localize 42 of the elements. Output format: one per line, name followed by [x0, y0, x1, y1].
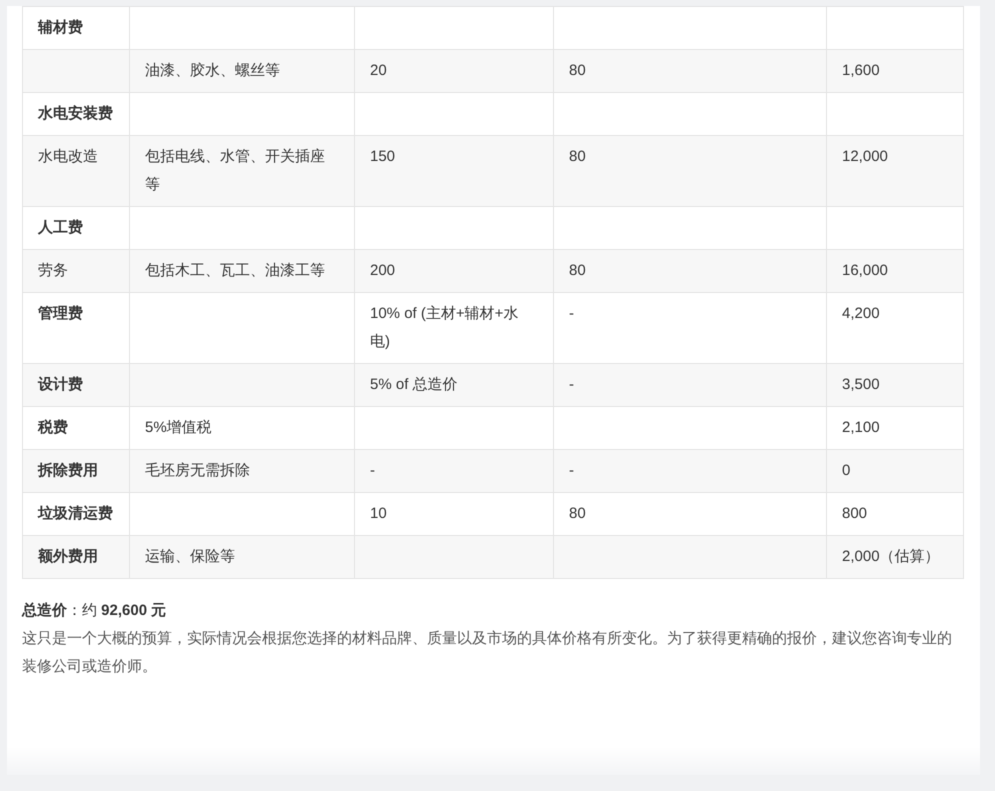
table-cell: 800	[826, 492, 964, 536]
table-cell: 12,000	[826, 136, 964, 206]
table-cell: 水电安装费	[22, 92, 130, 136]
table-cell: 垃圾清运费	[22, 492, 130, 536]
table-cell: 拆除费用	[22, 450, 130, 492]
table-cell: 5%增值税	[130, 406, 354, 450]
table-cell: 80	[554, 50, 826, 92]
table-cell: 3,500	[826, 364, 964, 406]
table-cell: 包括电线、水管、开关插座等	[130, 136, 354, 206]
note-text: 这只是一个大概的预算，实际情况会根据您选择的材料品牌、质量以及市场的具体价格有所变化。为了获得更精确的报价，建议您咨询专业的装修公司或造价师。	[22, 629, 953, 677]
table-cell: 设计费	[22, 364, 130, 406]
table-cell: 16,000	[826, 250, 964, 292]
table-cell: 0	[826, 450, 964, 492]
table-cell: 劳务	[22, 250, 130, 292]
table-cell: -	[354, 450, 554, 492]
table-cell: 毛坯房无需拆除	[130, 450, 354, 492]
table-cell: 20	[354, 50, 554, 92]
table-cell: 1,600	[826, 50, 964, 92]
table-cell: 2,100	[826, 406, 964, 450]
table-cell: 税费	[22, 406, 130, 450]
table-cell: -	[554, 292, 826, 364]
table-cell: 油漆、胶水、螺丝等	[130, 50, 354, 92]
table-cell: 包括木工、瓦工、油漆工等	[130, 250, 354, 292]
table-cell: 4,200	[826, 292, 964, 364]
table-cell: 管理费	[22, 292, 130, 364]
table-cell: 10	[354, 492, 554, 536]
table-cell: 5% of 总造价	[354, 364, 554, 406]
table-cell: 80	[554, 250, 826, 292]
table-cell: 200	[354, 250, 554, 292]
table-cell: 2,000（估算）	[826, 536, 964, 578]
table-cell: -	[554, 364, 826, 406]
table-cell: 额外费用	[22, 536, 130, 578]
table-cell: 人工费	[22, 206, 130, 250]
table-cell: -	[554, 450, 826, 492]
table-cell: 10% of (主材+辅材+水电)	[354, 292, 554, 364]
table-cell: 80	[554, 492, 826, 536]
table-cell: 辅材费	[22, 6, 130, 50]
table-cell: 80	[554, 136, 826, 206]
total-price: 总造价：约 92,600 元	[22, 601, 168, 621]
table-cell: 水电改造	[22, 136, 130, 206]
table-cell: 运输、保险等	[130, 536, 354, 578]
table-cell: 150	[354, 136, 554, 206]
